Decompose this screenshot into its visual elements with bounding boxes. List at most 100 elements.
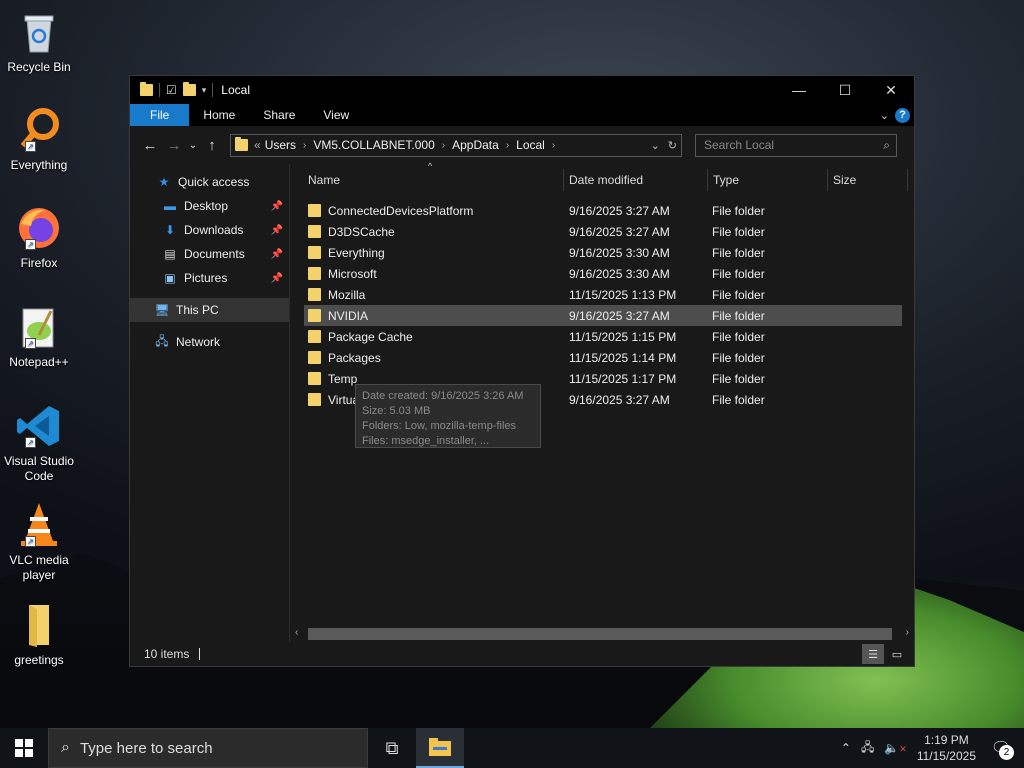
nav-desktop[interactable]: ▬ Desktop 📌 [130, 194, 289, 218]
tooltip-line: Folders: Low, mozilla-temp-files [362, 420, 517, 432]
scrollbar-thumb[interactable] [308, 628, 892, 640]
column-size[interactable]: Size [828, 169, 908, 191]
desktop-icon-vlc[interactable]: ↗ VLC media player [2, 501, 76, 583]
file-row[interactable]: ConnectedDevicesPlatform 9/16/2025 3:27 A… [304, 200, 902, 221]
refresh-icon[interactable]: ↻ [668, 139, 677, 152]
title-bar[interactable]: ☑ ▾ Local — ☐ ✕ [130, 76, 914, 104]
file-name: Microsoft [328, 266, 377, 281]
folder-icon [308, 309, 321, 322]
details-view-icon[interactable]: ☰ [862, 644, 884, 664]
desktop-icon-label: Everything [10, 158, 68, 172]
folder-icon [308, 393, 321, 406]
up-arrow-icon[interactable]: ↑ [200, 137, 224, 154]
nav-network[interactable]: 🖧 Network [130, 330, 289, 354]
volume-muted-icon[interactable]: 🔈✕ [884, 741, 907, 755]
desktop-icon-label: Notepad++ [9, 355, 69, 369]
large-icons-view-icon[interactable]: ▭ [886, 644, 908, 664]
file-row[interactable]: Everything 9/16/2025 3:30 AM File folder [304, 242, 902, 263]
column-date-modified[interactable]: Date modified [564, 169, 708, 191]
breadcrumb-collabnet[interactable]: VM5.COLLABNET.000 [313, 138, 434, 152]
horizontal-scrollbar[interactable]: ‹ › [292, 626, 912, 642]
task-view-button[interactable]: ⧉ [368, 728, 416, 768]
forward-arrow-icon[interactable]: → [162, 137, 186, 154]
recent-locations-icon[interactable]: ⌄ [186, 140, 200, 151]
pin-icon: 📌 [270, 200, 283, 212]
vlc-icon: ↗ [15, 501, 63, 549]
search-icon: ⌕ [61, 739, 70, 756]
chevron-up-icon[interactable]: ⌃ [841, 741, 851, 755]
file-row[interactable]: Package Cache 11/15/2025 1:15 PM File fold… [304, 326, 902, 347]
column-type[interactable]: Type [708, 169, 828, 191]
close-button[interactable]: ✕ [868, 76, 914, 104]
file-explorer-taskbar-button[interactable] [416, 728, 464, 768]
nav-this-pc[interactable]: 🖥 This PC [130, 298, 289, 322]
tab-file[interactable]: File [130, 104, 190, 126]
file-list: ^ Name Date modified Type Size Connected… [290, 161, 914, 642]
expand-ribbon-icon[interactable]: ⌄ [880, 109, 889, 122]
navigation-bar: ← → ⌄ ↑ « Users › VM5.COLLABNET.000 › Ap… [130, 126, 914, 164]
desktop-icon-vscode[interactable]: ↗ Visual Studio Code [2, 402, 76, 484]
status-bar: 10 items ☰ ▭ [130, 642, 914, 666]
overflow-crumbs-icon[interactable]: « [254, 138, 261, 152]
scroll-right-icon[interactable]: › [906, 627, 909, 638]
breadcrumb-local[interactable]: Local [516, 138, 545, 152]
network-icon: 🖧 [155, 333, 169, 348]
tab-home[interactable]: Home [189, 104, 249, 126]
divider [212, 83, 214, 97]
help-icon[interactable]: ? [895, 107, 910, 123]
back-arrow-icon[interactable]: ← [138, 137, 162, 154]
downloads-icon: ⬇ [164, 223, 176, 237]
network-icon[interactable]: 🖧 [861, 738, 874, 759]
new-folder-icon[interactable] [182, 82, 196, 96]
search-input[interactable]: Search Local [704, 138, 774, 152]
tab-share[interactable]: Share [249, 104, 309, 126]
properties-icon[interactable]: ☑ [166, 83, 177, 97]
file-type: File folder [712, 350, 765, 365]
chevron-right-icon[interactable]: › [442, 140, 445, 151]
search-box[interactable]: Search Local ⌕ [695, 133, 897, 157]
scroll-left-icon[interactable]: ‹ [295, 627, 298, 638]
nav-downloads[interactable]: ⬇ Downloads 📌 [130, 218, 289, 242]
address-bar[interactable]: « Users › VM5.COLLABNET.000 › AppData › … [230, 133, 682, 157]
computer-icon: 🖥 [154, 303, 170, 317]
desktop-icon-everything[interactable]: ↗ Everything [2, 106, 76, 173]
nav-documents[interactable]: ▤ Documents 📌 [130, 242, 289, 266]
nav-pictures[interactable]: ▣ Pictures 📌 [130, 266, 289, 290]
clock[interactable]: 1:19 PM 11/15/2025 [917, 732, 976, 764]
file-row[interactable]: Microsoft 9/16/2025 3:30 AM File folder [304, 263, 902, 284]
file-date: 9/16/2025 3:30 AM [569, 245, 670, 260]
desktop-icon-notepadpp[interactable]: ↗ Notepad++ [2, 303, 76, 370]
notifications-button[interactable]: 🗨 2 [986, 733, 1016, 763]
taskbar-search-input[interactable]: Type here to search [80, 740, 213, 757]
desktop-icon-greetings[interactable]: greetings [2, 601, 76, 668]
address-dropdown-icon[interactable]: ⌄ [651, 139, 660, 152]
breadcrumb-appdata[interactable]: AppData [452, 138, 499, 152]
nav-quick-access[interactable]: ★ Quick access [130, 170, 289, 194]
pin-icon: 📌 [270, 224, 283, 236]
folder-icon [308, 225, 321, 238]
desktop-icon-firefox[interactable]: ↗ Firefox [2, 204, 76, 271]
tab-view[interactable]: View [309, 104, 363, 126]
file-row[interactable]: Mozilla 11/15/2025 1:13 PM File folder [304, 284, 902, 305]
start-button[interactable] [0, 728, 48, 768]
chevron-right-icon[interactable]: › [303, 140, 306, 151]
file-row[interactable]: Packages 11/15/2025 1:14 PM File folder [304, 347, 902, 368]
chevron-right-icon[interactable]: › [506, 140, 509, 151]
minimize-button[interactable]: — [776, 76, 822, 104]
pictures-icon: ▣ [164, 271, 176, 285]
customize-toolbar-icon[interactable]: ▾ [202, 85, 207, 96]
nav-item-label: Pictures [184, 271, 228, 285]
column-headers: ^ Name Date modified Type Size [290, 161, 914, 194]
taskbar-search[interactable]: ⌕ Type here to search [48, 728, 368, 768]
everything-icon: ↗ [15, 106, 63, 154]
file-row[interactable]: D3DSCache 9/16/2025 3:27 AM File folder [304, 221, 902, 242]
file-type: File folder [712, 245, 765, 260]
vscode-icon: ↗ [15, 402, 63, 450]
breadcrumb-users[interactable]: Users [265, 138, 296, 152]
file-row-hovered[interactable]: NVIDIA 9/16/2025 3:27 AM File folder [304, 305, 902, 326]
desktop-icon-recycle-bin[interactable]: Recycle Bin [2, 8, 76, 75]
file-name: Temp [328, 371, 358, 386]
chevron-right-icon[interactable]: › [552, 140, 555, 151]
column-name[interactable]: Name [290, 169, 564, 191]
maximize-button[interactable]: ☐ [822, 76, 868, 104]
